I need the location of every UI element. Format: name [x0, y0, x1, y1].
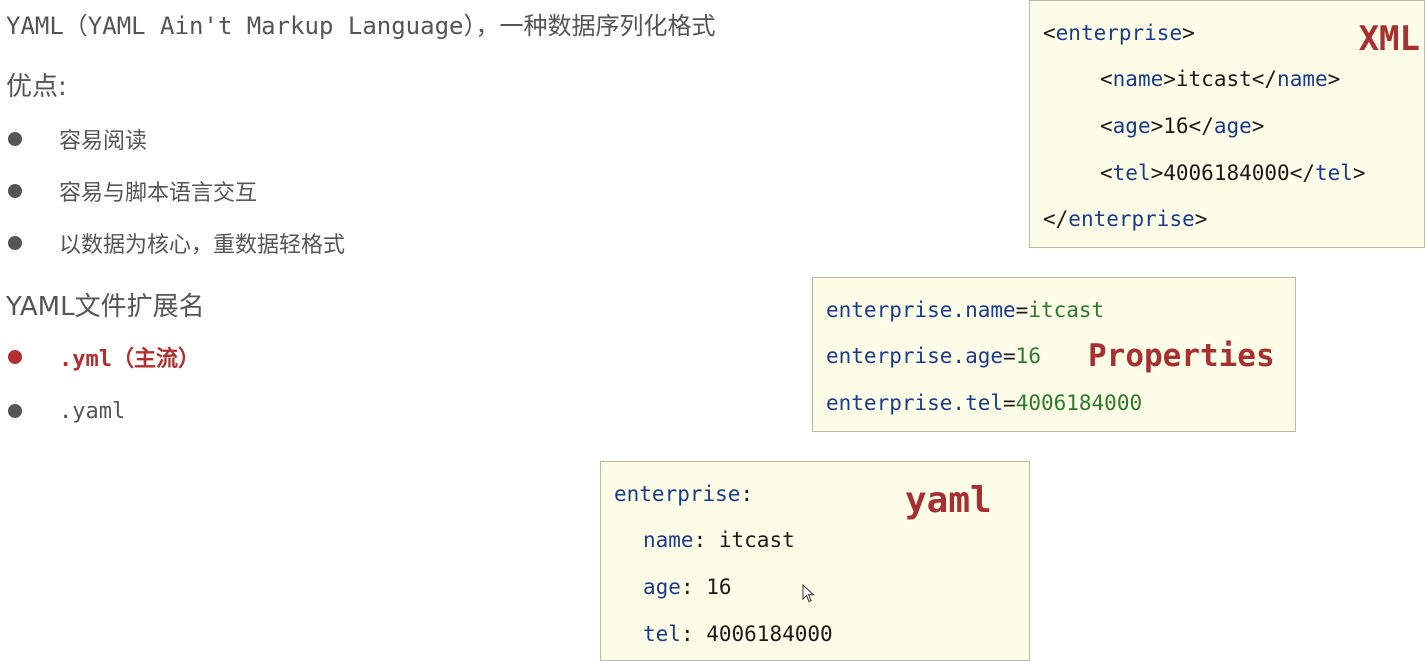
xml-field-tel: <tel>4006184000</tel>	[1100, 161, 1366, 185]
yaml-field-age: age: 16	[643, 575, 732, 599]
bullet-icon	[8, 350, 22, 364]
xml-format-label: XML	[1358, 19, 1420, 59]
list-item: 容易阅读	[8, 124, 147, 154]
bullet-icon	[8, 236, 22, 250]
yaml-format-label: yaml	[905, 480, 992, 521]
list-item: .yaml	[8, 396, 125, 426]
mouse-pointer-icon	[802, 584, 815, 603]
extension-text: .yaml	[59, 398, 126, 424]
bullet-icon	[8, 132, 22, 146]
yaml-code-box: yaml enterprise: name: itcast age: 16 te…	[600, 461, 1030, 661]
list-item: .yml（主流）	[8, 342, 200, 372]
advantages-heading: 优点:	[6, 72, 67, 102]
bullet-icon	[8, 404, 22, 418]
xml-code-box: XML <enterprise> <name>itcast</name> <ag…	[1029, 0, 1425, 248]
properties-code-box: Properties enterprise.name=itcast enterp…	[812, 277, 1296, 432]
yaml-field-tel: tel: 4006184000	[643, 622, 833, 646]
xml-close-root: </enterprise>	[1043, 207, 1208, 231]
extension-text: .yml（主流）	[59, 347, 200, 372]
list-item: 容易与脚本语言交互	[8, 176, 257, 206]
extensions-heading: YAML文件扩展名	[6, 292, 205, 322]
bullet-icon	[8, 184, 22, 198]
advantage-text: 以数据为核心，重数据轻格式	[59, 233, 346, 258]
xml-field-age: <age>16</age>	[1100, 114, 1265, 138]
properties-format-label: Properties	[1088, 338, 1275, 374]
list-item: 以数据为核心，重数据轻格式	[8, 228, 345, 258]
yaml-field-name: name: itcast	[643, 528, 795, 552]
xml-field-name: <name>itcast</name>	[1100, 67, 1341, 91]
advantage-text: 容易阅读	[59, 129, 148, 154]
page-title: YAML（YAML Ain't Markup Language），一种数据序列化…	[6, 12, 716, 40]
properties-line: enterprise.tel=4006184000	[826, 391, 1143, 415]
yaml-root-line: enterprise:	[614, 482, 754, 506]
advantage-text: 容易与脚本语言交互	[59, 181, 258, 206]
xml-open-root: <enterprise>	[1043, 21, 1195, 45]
xml-root-tag: enterprise	[1055, 21, 1183, 45]
properties-line: enterprise.name=itcast	[826, 298, 1105, 322]
properties-line: enterprise.age=16	[826, 344, 1041, 368]
